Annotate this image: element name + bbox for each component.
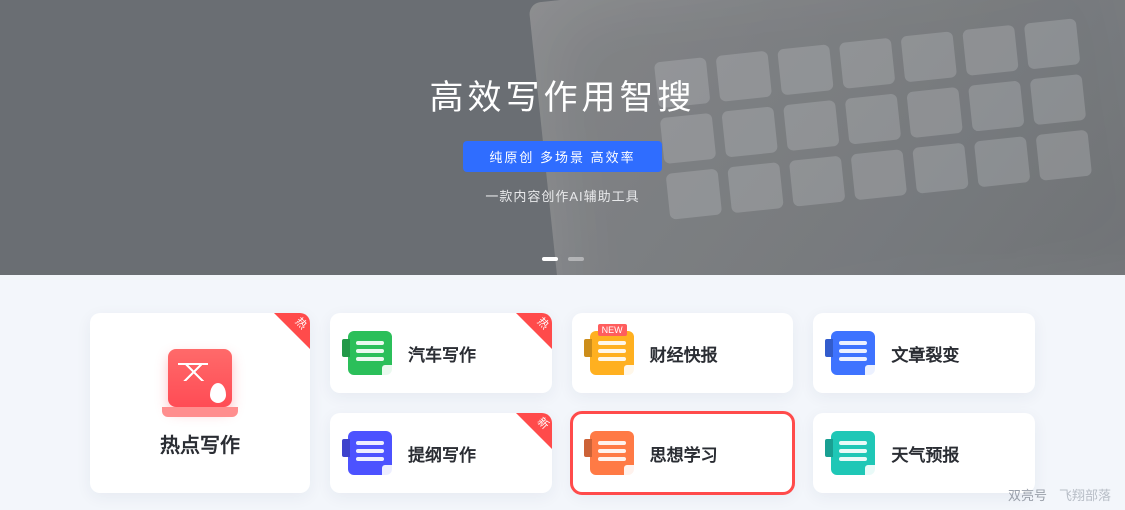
tile-label: 汽车写作 bbox=[408, 341, 476, 366]
tile-thought-study[interactable]: 思想学习 bbox=[572, 413, 794, 493]
tile-finance-news[interactable]: NEW 财经快报 bbox=[572, 313, 794, 393]
document-icon bbox=[831, 431, 875, 475]
tile-label: 热点写作 bbox=[160, 429, 240, 458]
document-icon bbox=[348, 331, 392, 375]
tile-label: 思想学习 bbox=[650, 441, 718, 466]
tile-weather-forecast[interactable]: 天气预报 bbox=[813, 413, 1035, 493]
keyboard-decor bbox=[654, 18, 1092, 219]
document-icon bbox=[831, 331, 875, 375]
corner-badge-hot: 热 bbox=[274, 313, 310, 349]
corner-badge-hot: 热 bbox=[516, 313, 552, 349]
carousel-dots[interactable] bbox=[542, 257, 584, 261]
document-icon bbox=[590, 431, 634, 475]
tile-outline-writing[interactable]: 新 提纲写作 bbox=[330, 413, 552, 493]
corner-badge-new: 新 bbox=[516, 413, 552, 449]
tile-label: 财经快报 bbox=[650, 341, 718, 366]
tile-label: 天气预报 bbox=[891, 441, 959, 466]
document-icon: NEW bbox=[590, 331, 634, 375]
document-icon bbox=[348, 431, 392, 475]
tile-article-split[interactable]: 文章裂变 bbox=[813, 313, 1035, 393]
hero-subtitle: 一款内容创作AI辅助工具 bbox=[485, 186, 639, 205]
watermark: 双亮号飞翔部落 bbox=[1008, 485, 1111, 504]
carousel-dot[interactable] bbox=[542, 257, 558, 261]
carousel-dot[interactable] bbox=[568, 257, 584, 261]
hero-banner: 高效写作用智搜 纯原创 多场景 高效率 一款内容创作AI辅助工具 bbox=[0, 0, 1125, 275]
hero-pill[interactable]: 纯原创 多场景 高效率 bbox=[463, 141, 661, 172]
tile-label: 提纲写作 bbox=[408, 441, 476, 466]
trend-icon bbox=[168, 349, 232, 407]
tile-car-writing[interactable]: 热 汽车写作 bbox=[330, 313, 552, 393]
hero-title: 高效写作用智搜 bbox=[430, 70, 696, 119]
tools-grid: 热 热点写作 热 汽车写作 NEW 财经快报 文章裂变 新 提纲写作 思想学习 … bbox=[0, 275, 1125, 505]
tile-label: 文章裂变 bbox=[891, 341, 959, 366]
tile-hot-writing[interactable]: 热 热点写作 bbox=[90, 313, 310, 493]
